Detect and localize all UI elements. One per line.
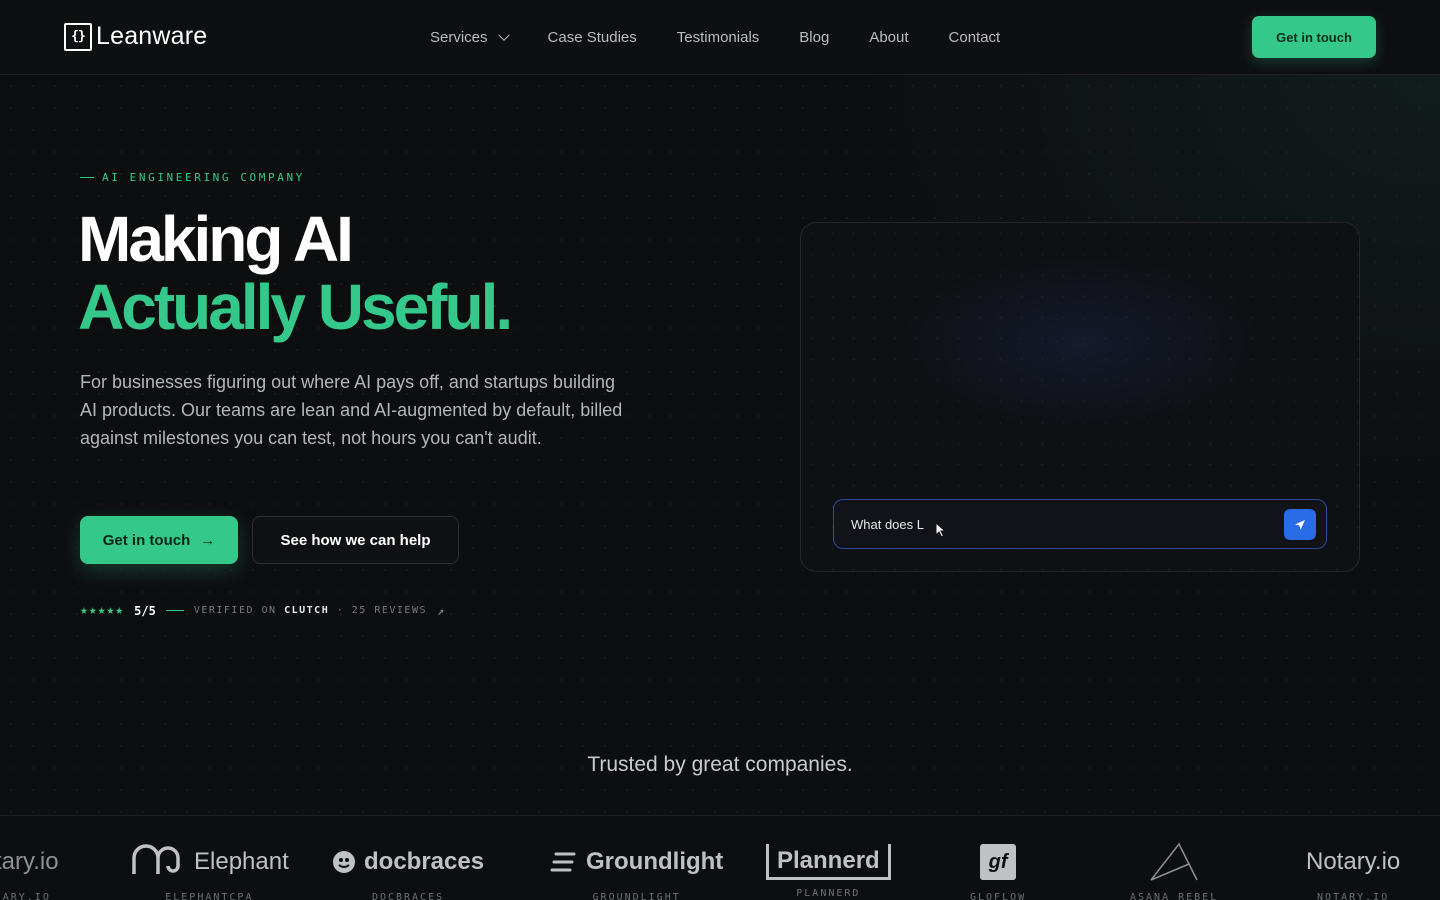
client-logo-gloflow: gf GLOFLOW — [970, 840, 1026, 900]
nav-link-case-studies[interactable]: Case Studies — [548, 29, 637, 46]
external-link-icon: ↗ — [437, 603, 445, 618]
client-logos-strip: tary.io ARY.IO Elephant ELEPHANTCPA docb… — [0, 815, 1440, 900]
verified-prefix: VERIFIED ON — [193, 605, 277, 616]
eyebrow-text: AI ENGINEERING COMPANY — [102, 171, 305, 184]
card-glow — [891, 253, 1271, 433]
logo-wordmark: Elephant — [194, 848, 289, 875]
logo-mark: gf — [980, 840, 1017, 884]
chat-input-value: What does L — [851, 516, 924, 532]
brand-mark-icon: {} — [64, 22, 92, 51]
mouse-cursor-icon — [935, 522, 947, 538]
hero-title-line1: Making AI — [78, 203, 354, 275]
rating-divider — [165, 610, 184, 611]
rating-platform: CLUTCH — [284, 605, 330, 616]
logo-mark: Elephant — [130, 840, 289, 884]
asana-rebel-icon — [1150, 842, 1198, 881]
nav-link-about[interactable]: About — [869, 29, 908, 46]
nav-get-in-touch-button[interactable]: Get in touch — [1252, 16, 1376, 58]
see-how-we-can-help-button[interactable]: See how we can help — [252, 516, 459, 564]
logo-caption: ELEPHANTCPA — [165, 892, 254, 900]
logo-caption: ARY.IO — [2, 892, 51, 900]
chevron-down-icon — [497, 29, 510, 41]
brand-logo[interactable]: {} Leanware — [64, 22, 207, 51]
nav-link-services[interactable]: Services — [430, 29, 510, 46]
send-button[interactable] — [1284, 509, 1316, 540]
rating-verified: VERIFIED ON CLUTCH · 25 REVIEWS — [194, 605, 427, 616]
client-logo-docbraces: docbraces DOCBRACES — [332, 840, 484, 900]
logo-caption: GROUNDLIGHT — [592, 892, 681, 900]
clutch-rating[interactable]: ★★★★★ 5/5 VERIFIED ON CLUTCH · 25 REVIEW… — [80, 603, 444, 618]
hero-get-in-touch-button[interactable]: Get in touch → — [80, 516, 238, 564]
logo-mark: docbraces — [332, 840, 484, 884]
arrow-right-icon: → — [200, 531, 216, 549]
logo-caption: PLANNERD — [796, 888, 861, 899]
logo-wordmark: gf — [980, 844, 1017, 880]
client-logo-elephant: Elephant ELEPHANTCPA — [130, 840, 289, 900]
hero-title-line2: Actually Useful. — [78, 271, 513, 343]
hero-title: Making AI Actually Useful. — [78, 203, 513, 343]
logo-caption: GLOFLOW — [970, 892, 1027, 900]
client-logo-notary-left: tary.io ARY.IO — [0, 840, 59, 900]
nav-link-blog[interactable]: Blog — [799, 29, 829, 46]
rating-score: 5/5 — [134, 603, 156, 618]
rating-reviews: · 25 REVIEWS — [336, 605, 427, 616]
brand-name: Leanware — [96, 22, 208, 50]
nav-link-contact[interactable]: Contact — [949, 29, 1001, 46]
nav-link-label: Services — [430, 29, 488, 46]
nav-links: Services Case Studies Testimonials Blog … — [430, 29, 1040, 46]
elephant-icon — [132, 844, 180, 874]
logo-wordmark: Notary.io — [1306, 848, 1401, 875]
logo-mark: Groundlight — [550, 840, 723, 884]
eyebrow-dash — [80, 177, 94, 178]
client-logo-notary: Notary.io NOTARY.IO — [1306, 840, 1400, 900]
hero-lead: For businesses figuring out where AI pay… — [80, 372, 623, 448]
logo-wordmark: tary.io — [0, 848, 59, 875]
top-navigation: {} Leanware Services Case Studies Testim… — [0, 0, 1440, 75]
logo-mark — [1149, 840, 1199, 884]
client-logo-plannerd: Plannerd PLANNERD — [766, 840, 891, 899]
ai-chat-card: What does L — [800, 222, 1360, 572]
nav-link-testimonials[interactable]: Testimonials — [677, 29, 760, 46]
logo-caption: DOCBRACES — [371, 892, 445, 900]
groundlight-icon — [550, 852, 576, 872]
logo-wordmark: Plannerd — [766, 844, 891, 880]
logo-wordmark: docbraces — [364, 848, 485, 875]
trusted-heading: Trusted by great companies. — [587, 753, 853, 776]
hero-eyebrow: AI ENGINEERING COMPANY — [80, 171, 305, 184]
logo-wordmark: Groundlight — [586, 848, 724, 875]
client-logo-groundlight: Groundlight GROUNDLIGHT — [550, 840, 723, 900]
button-label: Get in touch — [102, 531, 191, 549]
star-rating-icon: ★★★★★ — [80, 603, 125, 618]
logo-caption: ASANA REBEL — [1130, 892, 1219, 900]
chat-input[interactable]: What does L — [833, 499, 1327, 549]
send-icon — [1295, 519, 1305, 530]
client-logo-asana-rebel: ASANA REBEL — [1130, 840, 1218, 900]
docbraces-icon — [333, 851, 355, 873]
logo-caption: NOTARY.IO — [1317, 892, 1390, 900]
